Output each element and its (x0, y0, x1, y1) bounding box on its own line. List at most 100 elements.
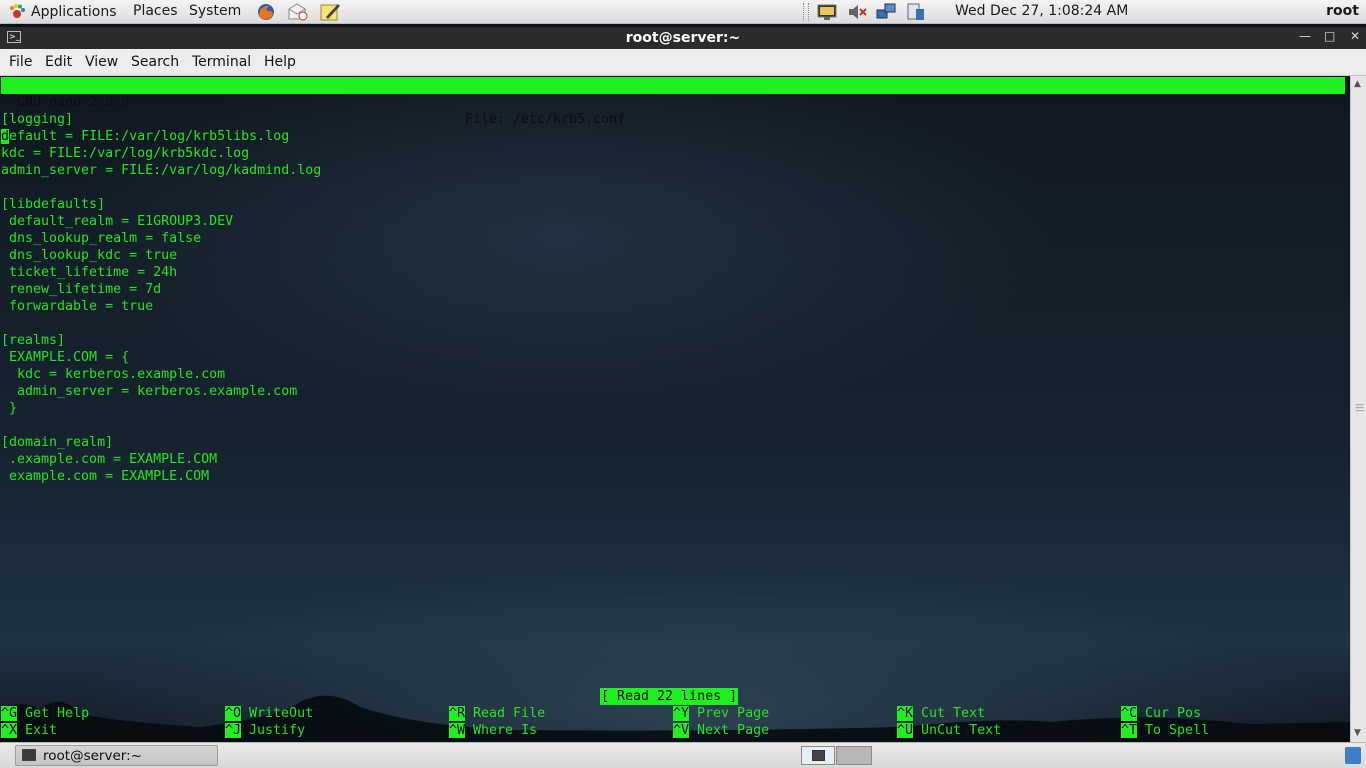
editor-line: dns_lookup_kdc = true (1, 248, 178, 263)
shortcut-item: ^X Exit (1, 722, 57, 739)
terminal-scrollbar[interactable]: ▲ — — — ▼ (1350, 76, 1366, 742)
editor-line: kdc = FILE:/var/log/krb5kdc.log (1, 146, 250, 161)
shortcut-label: To Spell (1145, 723, 1210, 738)
notes-editor-icon[interactable] (319, 2, 341, 22)
terminal-task-icon (22, 749, 36, 761)
editor-line: [realms] (1, 333, 66, 348)
shortcut-label: UnCut Text (921, 723, 1002, 738)
menu-help[interactable]: Help (264, 54, 296, 70)
editor-line: [libdefaults] (1, 197, 106, 212)
editor-line: EXAMPLE.COM = { (1, 350, 130, 365)
shortcut-item: ^T To Spell (1121, 722, 1209, 739)
shortcut-label: WriteOut (249, 706, 314, 721)
menu-file[interactable]: File (9, 54, 32, 70)
places-menu-label: Places (133, 3, 178, 19)
shortcut-item: ^J Justify (225, 722, 305, 739)
menu-view[interactable]: View (85, 54, 118, 70)
system-menu-label: System (189, 3, 242, 19)
shortcut-key: ^X (1, 723, 18, 738)
applications-menu[interactable]: Applications (8, 3, 117, 21)
trash-icon[interactable] (1345, 747, 1361, 764)
scroll-grip-icon[interactable]: — — — (1355, 401, 1364, 416)
taskbar-terminal-label: root@server:~ (43, 748, 142, 764)
menu-edit[interactable]: Edit (45, 54, 72, 70)
shortcut-label: Cut Text (921, 706, 986, 721)
menu-search[interactable]: Search (131, 54, 179, 70)
shortcut-label: Cur Pos (1145, 706, 1202, 721)
shortcut-item: ^V Next Page (673, 722, 769, 739)
shortcut-label: Prev Page (697, 706, 770, 721)
system-menu[interactable]: System (189, 3, 241, 19)
firefox-icon[interactable] (255, 2, 277, 22)
shortcut-item: ^C Cur Pos (1121, 705, 1201, 722)
applications-menu-label: Applications (31, 4, 117, 20)
editor-line: dns_lookup_realm = false (1, 231, 202, 246)
scroll-up-icon[interactable]: ▲ (1354, 79, 1361, 89)
editor-line: example.com = EXAMPLE.COM (1, 469, 210, 484)
shortcut-label: Get Help (25, 706, 90, 721)
places-menu[interactable]: Places (133, 3, 178, 19)
gnome-foot-icon (10, 4, 25, 18)
scroll-down-icon[interactable]: ▼ (1354, 728, 1361, 738)
editor-line: kdc = kerberos.example.com (1, 367, 226, 382)
bottom-taskbar: root@server:~ (0, 742, 1366, 768)
shortcut-key: ^Y (673, 706, 690, 721)
terminal-area[interactable]: GNU nano 2.0.9 File: /etc/krb5.conf [log… (0, 76, 1350, 742)
nano-header-bar: GNU nano 2.0.9 File: /etc/krb5.conf (1, 77, 1345, 127)
shortcut-key: ^V (673, 723, 690, 738)
editor-line: .example.com = EXAMPLE.COM (1, 452, 218, 467)
shortcut-key: ^U (897, 723, 914, 738)
taskbar-terminal-button[interactable]: root@server:~ (15, 745, 218, 766)
shortcut-key: ^R (449, 706, 466, 721)
editor-line: renew_lifetime = 7d (1, 282, 162, 297)
close-icon[interactable]: ✕ (1350, 29, 1360, 43)
workspace-window-thumb (812, 750, 825, 761)
terminal-menubar: File Edit View Search Terminal Help (0, 49, 1366, 76)
maximize-icon[interactable]: □ (1324, 29, 1335, 43)
shortcut-item: ^G Get Help (1, 705, 89, 722)
workspace-1[interactable] (801, 746, 835, 765)
editor-line: forwardable = true (1, 299, 154, 314)
mail-clock-icon[interactable] (287, 2, 309, 22)
editor-line: admin_server = FILE:/var/log/kadmind.log (1, 163, 322, 178)
window-title: root@server:~ (625, 30, 741, 46)
network-icon[interactable] (875, 2, 897, 22)
workspace-2[interactable] (836, 746, 872, 765)
shortcut-label: Where Is (473, 723, 538, 738)
shortcut-item: ^K Cut Text (897, 705, 985, 722)
top-panel: Applications Places System Wed Dec 27, 1… (0, 0, 1366, 24)
update-manager-icon[interactable] (905, 2, 927, 22)
panel-separator (803, 3, 809, 21)
shortcut-item: ^R Read File (449, 705, 545, 722)
menu-terminal[interactable]: Terminal (192, 54, 251, 70)
editor-line: [logging] (1, 112, 74, 127)
minimize-icon[interactable]: — (1299, 29, 1311, 43)
volume-muted-icon[interactable] (846, 2, 868, 22)
shortcut-key: ^W (449, 723, 466, 738)
shortcut-key: ^C (1121, 706, 1138, 721)
shortcut-item: ^U UnCut Text (897, 722, 1001, 739)
shortcut-item: ^Y Prev Page (673, 705, 769, 722)
shortcut-label: Read File (473, 706, 546, 721)
editor-line: default = FILE:/var/log/krb5libs.log (1, 129, 290, 144)
shortcut-key: ^T (1121, 723, 1138, 738)
text-cursor: d (1, 129, 10, 144)
shortcut-label: Next Page (697, 723, 770, 738)
shortcut-label: Justify (249, 723, 306, 738)
nano-file-name: File: /etc/krb5.conf (465, 112, 626, 127)
nano-status-message: [ Read 22 lines ] (600, 688, 739, 705)
shortcut-item: ^O WriteOut (225, 705, 313, 722)
panel-clock[interactable]: Wed Dec 27, 1:08:24 AM (955, 3, 1128, 19)
shortcut-key: ^O (225, 706, 242, 721)
display-settings-icon[interactable] (816, 2, 838, 22)
panel-user[interactable]: root (1326, 3, 1359, 19)
nano-version: GNU nano 2.0.9 (17, 95, 130, 110)
editor-line: ticket_lifetime = 24h (1, 265, 178, 280)
shortcut-label: Exit (25, 723, 58, 738)
shortcut-key: ^G (1, 706, 18, 721)
editor-line: admin_server = kerberos.example.com (1, 384, 298, 399)
editor-line: default_realm = E1GROUP3.DEV (1, 214, 234, 229)
editor-line: } (1, 401, 18, 416)
window-titlebar[interactable]: >_ root@server:~ — □ ✕ (0, 27, 1366, 49)
shortcut-item: ^W Where Is (449, 722, 537, 739)
